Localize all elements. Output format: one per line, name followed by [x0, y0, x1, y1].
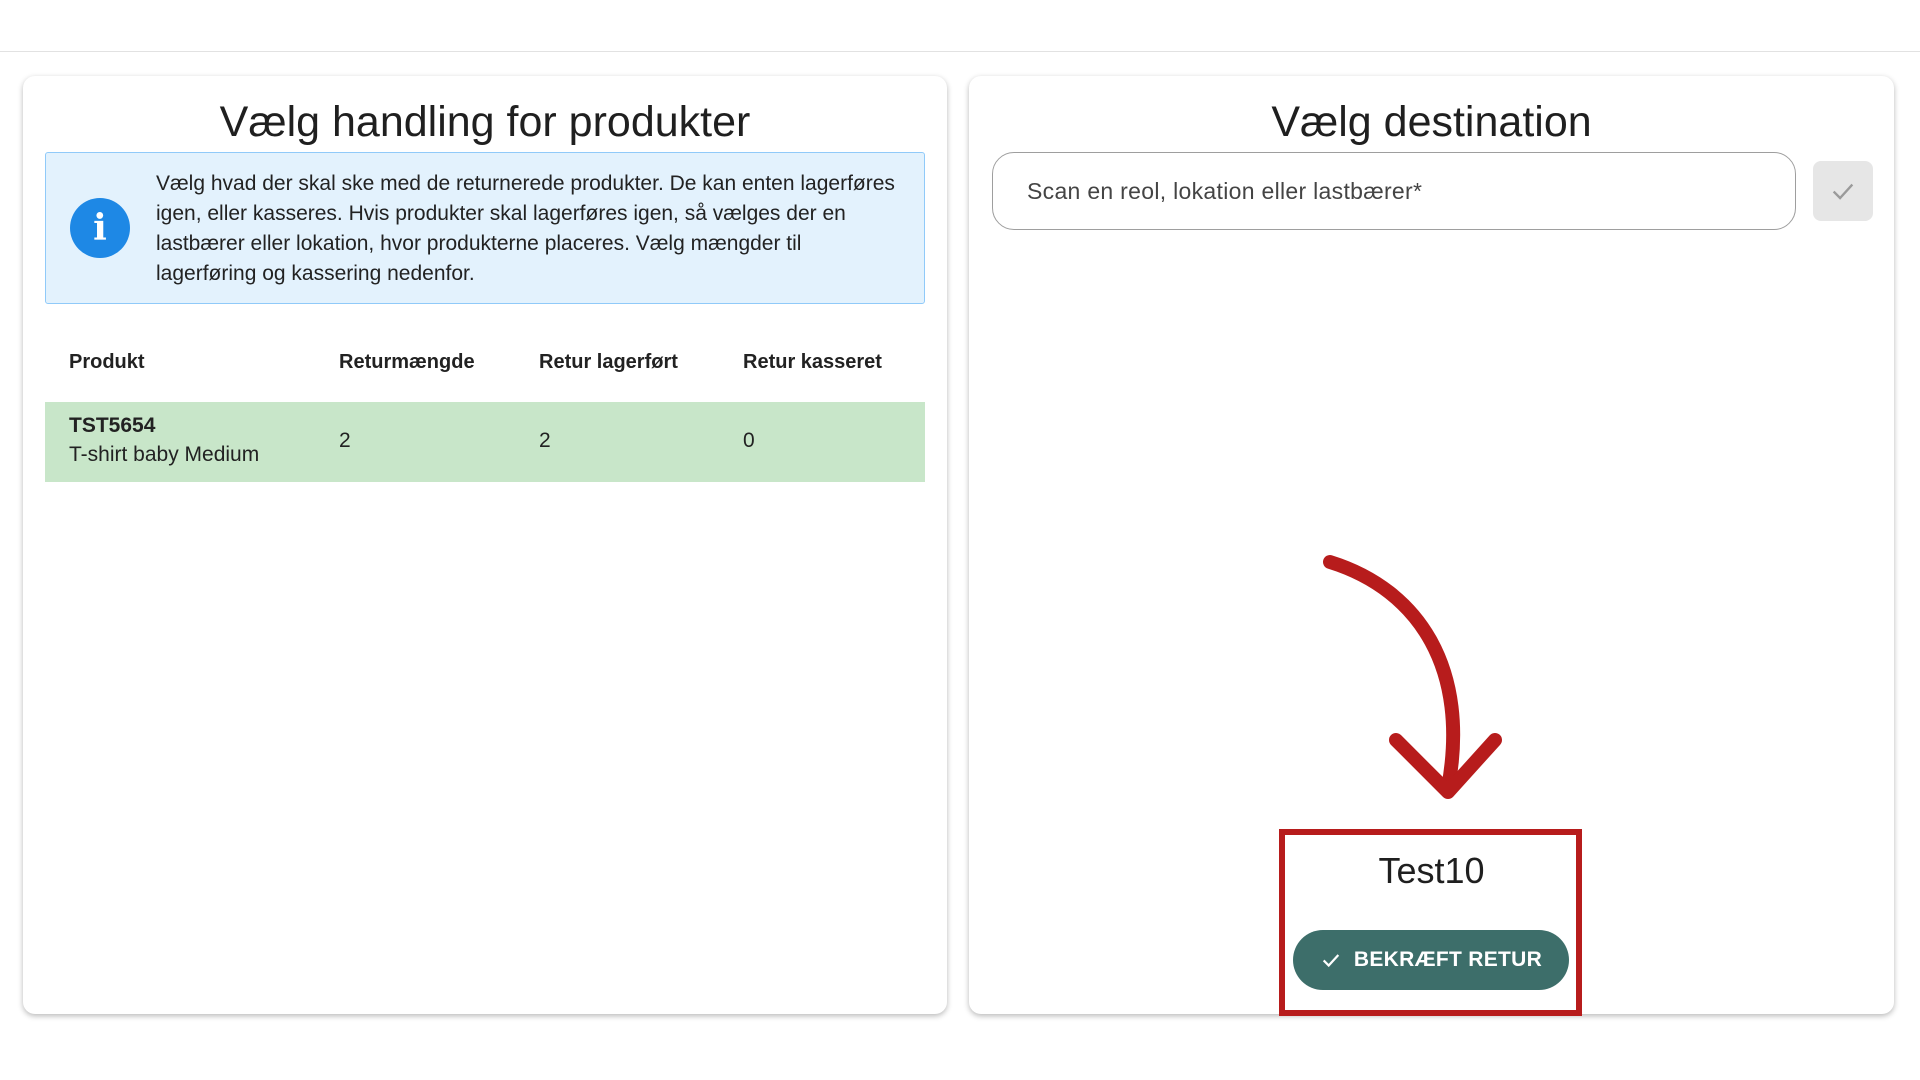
return-stocked-qty[interactable]: 2: [539, 429, 551, 453]
column-header-return-stocked: Retur lagerført: [539, 351, 678, 373]
arrow-down-icon: [1323, 555, 1502, 799]
scan-input[interactable]: [992, 152, 1796, 230]
column-header-return-discarded: Retur kasseret: [743, 351, 882, 373]
scan-confirm-button[interactable]: [1813, 161, 1873, 221]
panel-title: Vælg destination: [1271, 98, 1592, 146]
info-text: Vælg hvad der skal ske med de returnered…: [156, 172, 895, 285]
column-header-product: Produkt: [69, 351, 145, 373]
product-sku: TST5654: [69, 414, 156, 437]
top-bar: [0, 0, 1920, 52]
return-qty: 2: [339, 429, 351, 452]
column-header-return-qty: Returmængde: [339, 351, 475, 373]
info-icon: i: [70, 198, 130, 258]
info-alert: i Vælg hvad der skal ske med de returner…: [45, 152, 925, 304]
table-row[interactable]: TST5654 T-shirt baby Medium 2 2 0: [45, 402, 925, 482]
annotation-highlight-box: [1279, 829, 1582, 1016]
product-name: T-shirt baby Medium: [69, 443, 260, 466]
check-icon: [1832, 183, 1854, 200]
return-discarded-qty[interactable]: 0: [743, 429, 755, 453]
product-action-panel: Vælg handling for produkter i Vælg hvad …: [23, 76, 947, 1014]
table-header: Produkt Returmængde Retur lagerført Retu…: [45, 322, 925, 402]
panel-title: Vælg handling for produkter: [219, 98, 751, 146]
